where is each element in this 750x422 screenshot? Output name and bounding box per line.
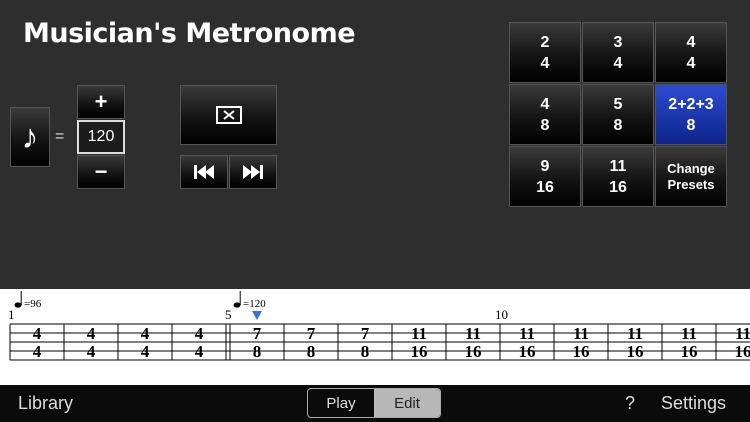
time-sig-top: 7 bbox=[253, 324, 262, 343]
quarter-note-icon bbox=[14, 302, 22, 308]
preset-5-8[interactable]: 58 bbox=[582, 84, 654, 145]
clear-button[interactable] bbox=[180, 85, 277, 145]
tempo-mark-label: =120 bbox=[243, 298, 266, 310]
time-sig-bottom: 4 bbox=[141, 342, 150, 361]
tempo-field[interactable]: 120 bbox=[77, 120, 125, 154]
time-sig-bottom: 16 bbox=[627, 342, 644, 361]
time-sig-top: 4 bbox=[87, 324, 96, 343]
measure-number: 10 bbox=[495, 307, 508, 322]
time-sig-bottom: 8 bbox=[253, 342, 262, 361]
rewind-button[interactable] bbox=[180, 155, 228, 189]
preset-3-4[interactable]: 34 bbox=[582, 22, 654, 83]
preset-2-2-3-8[interactable]: 2+2+3 8 bbox=[655, 84, 727, 145]
time-sig-bottom: 4 bbox=[33, 342, 42, 361]
app-title: Musician's Metronome bbox=[23, 18, 356, 49]
preset-4-4[interactable]: 44 bbox=[655, 22, 727, 83]
time-sig-bottom: 16 bbox=[519, 342, 536, 361]
time-sig-bottom: 16 bbox=[411, 342, 428, 361]
time-sig-top: 11 bbox=[627, 324, 643, 343]
quarter-note-icon bbox=[233, 302, 241, 308]
time-sig-top: 11 bbox=[573, 324, 589, 343]
score-view[interactable]: 4 4 4 4 4 4 4 4 7 8 7 8 7 8 11 16 11 16 11 16 11 16 11 16 11 16 11… bbox=[0, 289, 750, 385]
time-sig-top: 4 bbox=[195, 324, 204, 343]
fast-forward-button[interactable] bbox=[229, 155, 277, 189]
preset-2-4[interactable]: 24 bbox=[509, 22, 581, 83]
time-sig-bottom: 8 bbox=[361, 342, 370, 361]
playhead-marker bbox=[252, 311, 262, 320]
time-sig-top: 11 bbox=[681, 324, 697, 343]
skip-back-icon bbox=[194, 165, 214, 179]
play-tab[interactable]: Play bbox=[308, 389, 374, 417]
tempo-decrease-button[interactable]: − bbox=[77, 155, 125, 189]
time-sig-bottom: 16 bbox=[681, 342, 698, 361]
mode-segmented-control: Play Edit bbox=[307, 388, 441, 418]
time-sig-bottom: 8 bbox=[307, 342, 316, 361]
tempo-mark-label: =96 bbox=[24, 298, 42, 310]
preset-4-8[interactable]: 48 bbox=[509, 84, 581, 145]
preset-11-16[interactable]: 11 16 bbox=[582, 146, 654, 207]
time-sig-top: 7 bbox=[307, 324, 316, 343]
time-sig-bottom: 16 bbox=[465, 342, 482, 361]
time-sig-top: 11 bbox=[465, 324, 481, 343]
time-sig-top: 7 bbox=[361, 324, 370, 343]
time-sig-bottom: 16 bbox=[573, 342, 590, 361]
note-value-button[interactable]: ♪ bbox=[10, 107, 50, 167]
score-staff: 4444444478787811161116111611161116111611… bbox=[8, 291, 750, 361]
time-sig-top: 11 bbox=[411, 324, 427, 343]
change-presets-button[interactable]: Change Presets bbox=[655, 146, 727, 207]
tempo-increase-button[interactable]: + bbox=[77, 85, 125, 119]
measure-number: 5 bbox=[225, 307, 232, 322]
measure-number: 1 bbox=[8, 307, 15, 322]
time-sig-top: 4 bbox=[33, 324, 42, 343]
time-sig-top: 11 bbox=[735, 324, 750, 343]
clear-icon bbox=[215, 106, 242, 124]
skip-forward-icon bbox=[243, 165, 263, 179]
settings-button[interactable]: Settings bbox=[661, 393, 726, 414]
library-button[interactable]: Library bbox=[18, 393, 73, 414]
time-signature-presets: 24 34 44 48 58 2+2+3 8 9 16 11 16 Change Pre… bbox=[509, 22, 728, 207]
help-button[interactable]: ? bbox=[625, 393, 635, 414]
time-sig-top: 11 bbox=[519, 324, 535, 343]
edit-tab[interactable]: Edit bbox=[374, 389, 440, 417]
time-sig-bottom: 4 bbox=[87, 342, 96, 361]
time-sig-bottom: 16 bbox=[735, 342, 750, 361]
time-sig-top: 4 bbox=[141, 324, 150, 343]
eighth-note-icon: ♪ bbox=[21, 117, 39, 156]
time-sig-bottom: 4 bbox=[195, 342, 204, 361]
equals-sign: = bbox=[55, 128, 65, 145]
preset-9-16[interactable]: 9 16 bbox=[509, 146, 581, 207]
